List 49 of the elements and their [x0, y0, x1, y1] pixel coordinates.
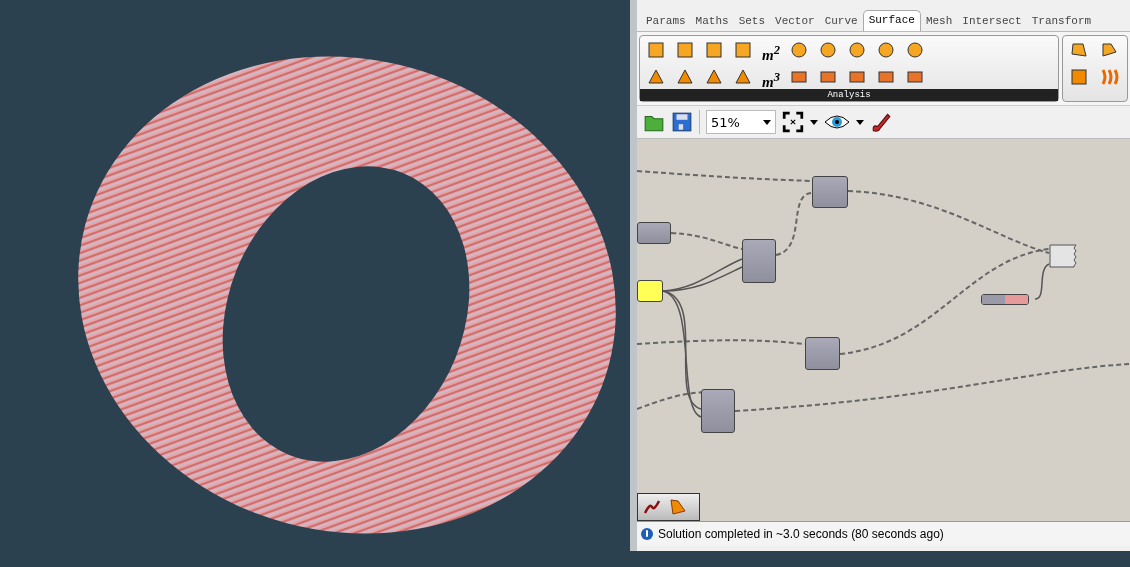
surface-tool-icon[interactable] — [675, 40, 695, 60]
info-icon — [640, 527, 654, 541]
surface-tool-icon[interactable] — [817, 40, 838, 60]
panel-node[interactable] — [1049, 244, 1077, 268]
wire — [1034, 263, 1050, 300]
surface-tool-icon[interactable] — [675, 67, 695, 87]
component-tab[interactable]: Curve — [819, 12, 863, 31]
surface-tool-icon[interactable] — [704, 67, 724, 87]
brush-icon[interactable] — [870, 111, 892, 133]
component-node[interactable] — [805, 337, 840, 370]
surface-tool-icon[interactable] — [1069, 67, 1089, 87]
surface-tool-icon[interactable] — [733, 40, 753, 60]
component-tab[interactable]: Params — [641, 12, 691, 31]
component-tab[interactable]: Sets — [733, 12, 771, 31]
surface-tool-icon[interactable] — [704, 40, 724, 60]
surface-tool-icon[interactable] — [1099, 40, 1119, 60]
surface-tool-icon[interactable] — [846, 40, 867, 60]
component-tab[interactable]: Transform — [1026, 12, 1097, 31]
surface-tool-icon[interactable] — [646, 67, 666, 87]
slider-node[interactable] — [981, 294, 1029, 305]
save-icon[interactable] — [671, 111, 693, 133]
dashed-wire — [775, 192, 813, 256]
component-tab[interactable]: Surface — [862, 10, 921, 31]
component-tab[interactable]: Maths — [690, 12, 734, 31]
component-tab[interactable]: Mesh — [920, 12, 958, 31]
area-tool-label[interactable]: m$^{3}$ — [762, 67, 780, 87]
surface-tool-icon[interactable] — [875, 40, 896, 60]
surface-tool-icon[interactable] — [904, 40, 925, 60]
surface-tool-icon[interactable] — [788, 40, 809, 60]
caret-icon[interactable] — [856, 119, 864, 125]
area-tool-label[interactable]: m$^{2}$ — [762, 40, 780, 60]
component-node[interactable] — [742, 239, 776, 283]
surface-tool-icon[interactable] — [1069, 40, 1089, 60]
zoom-extents-icon[interactable] — [782, 111, 804, 133]
toggle-node[interactable] — [637, 280, 663, 302]
zoom-dropdown[interactable]: 51% — [706, 110, 776, 134]
caret-icon — [763, 119, 771, 125]
component-node[interactable] — [637, 222, 671, 244]
surface-tool-icon[interactable] — [646, 40, 666, 60]
surface-icon[interactable] — [668, 497, 688, 517]
surface-tool-icon[interactable] — [733, 67, 753, 87]
caret-icon[interactable] — [810, 119, 818, 125]
component-tab[interactable]: Vector — [770, 12, 820, 31]
component-node[interactable] — [701, 389, 735, 433]
group-label: Analysis — [640, 89, 1058, 101]
eye-icon[interactable] — [824, 113, 850, 131]
status-message: Solution completed in ~3.0 seconds (80 seconds ago) — [658, 527, 944, 541]
component-node[interactable] — [812, 176, 848, 208]
component-tab[interactable]: Intersect — [957, 12, 1027, 31]
